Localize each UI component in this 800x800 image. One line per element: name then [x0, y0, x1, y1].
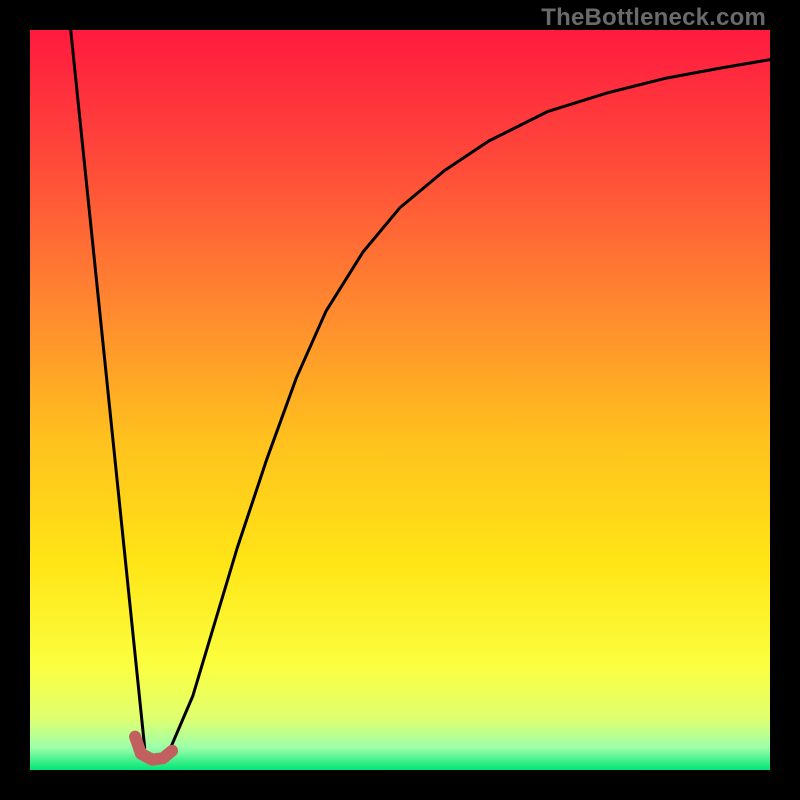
plot-area: [30, 30, 770, 770]
curve-layer: [30, 30, 770, 770]
bottom-squiggle: [135, 737, 172, 760]
right-curve: [171, 60, 770, 748]
watermark-text: TheBottleneck.com: [541, 4, 766, 32]
chart-frame: TheBottleneck.com: [0, 0, 800, 800]
left-line: [71, 30, 145, 748]
